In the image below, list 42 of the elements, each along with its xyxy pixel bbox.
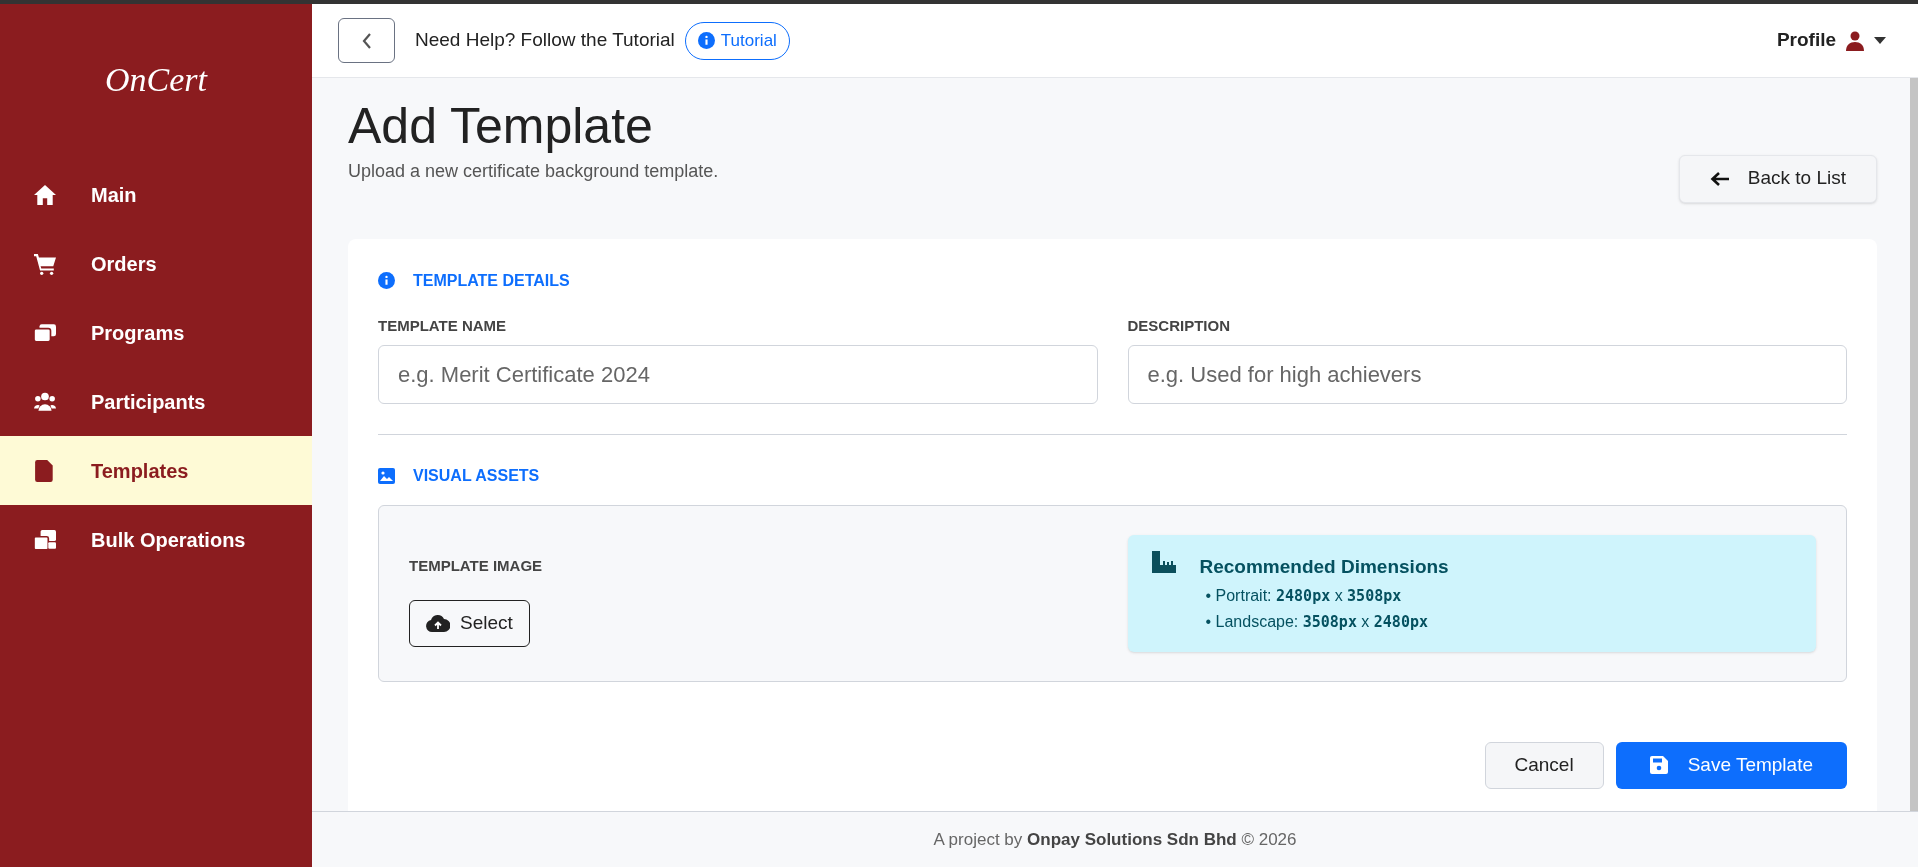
- sidebar-item[interactable]: Main: [0, 160, 312, 229]
- sidebar-item[interactable]: Bulk Operations: [0, 505, 312, 574]
- section-heading: VISUAL ASSETS: [413, 466, 540, 486]
- cart-icon: [33, 252, 57, 275]
- sidebar-item[interactable]: Orders: [0, 229, 312, 298]
- footer-text: A project by Onpay Solutions Sdn Bhd © 2026: [933, 828, 1297, 851]
- sidebar-item[interactable]: Programs: [0, 298, 312, 367]
- chevron-left-icon: [360, 31, 373, 50]
- back-to-list-button[interactable]: Back to List: [1678, 154, 1877, 203]
- info-icon: [378, 272, 395, 289]
- page-title: Add Template: [348, 98, 654, 156]
- cancel-button[interactable]: Cancel: [1484, 741, 1604, 789]
- help-text: Need Help? Follow the Tutorial: [415, 28, 675, 53]
- sidebar-item[interactable]: Participants: [0, 367, 312, 436]
- stacked-boxes-icon: [33, 528, 57, 551]
- save-icon: [1649, 756, 1668, 774]
- field-label: DESCRIPTION: [1127, 315, 1231, 336]
- section-heading: TEMPLATE DETAILS: [413, 270, 570, 291]
- caret-down-icon: [1874, 37, 1886, 44]
- input-field[interactable]: e.g. Merit Certificate 2024: [378, 345, 1098, 404]
- cloud-upload-icon: [426, 614, 450, 632]
- arrow-left-icon: [1709, 170, 1730, 187]
- logo: OnCert: [105, 59, 207, 100]
- profile-menu[interactable]: Profile: [1776, 26, 1886, 55]
- sidebar-item[interactable]: Templates: [0, 436, 312, 505]
- input-field[interactable]: e.g. Used for high achievers: [1127, 345, 1847, 404]
- dimension-item: • Portrait: 2480px x 3508px: [1205, 585, 1403, 607]
- select-button[interactable]: Select: [409, 599, 530, 647]
- back-button[interactable]: [338, 18, 395, 63]
- ruler-icon: [1151, 551, 1176, 573]
- page-subtitle: Upload a new certificate background template.: [348, 159, 719, 183]
- user-icon: [1846, 30, 1864, 51]
- users-icon: [33, 390, 57, 413]
- dimension-item: • Landscape: 3508px x 2480px: [1205, 611, 1429, 633]
- save-template-button[interactable]: Save Template: [1615, 741, 1847, 789]
- field-label: TEMPLATE NAME: [378, 315, 508, 336]
- info-icon: [697, 32, 715, 49]
- cards-icon: [33, 321, 57, 344]
- home-icon: [33, 183, 57, 206]
- info-title: Recommended Dimensions: [1199, 555, 1449, 579]
- image-icon: [378, 468, 395, 484]
- field-label: TEMPLATE IMAGE: [409, 556, 544, 576]
